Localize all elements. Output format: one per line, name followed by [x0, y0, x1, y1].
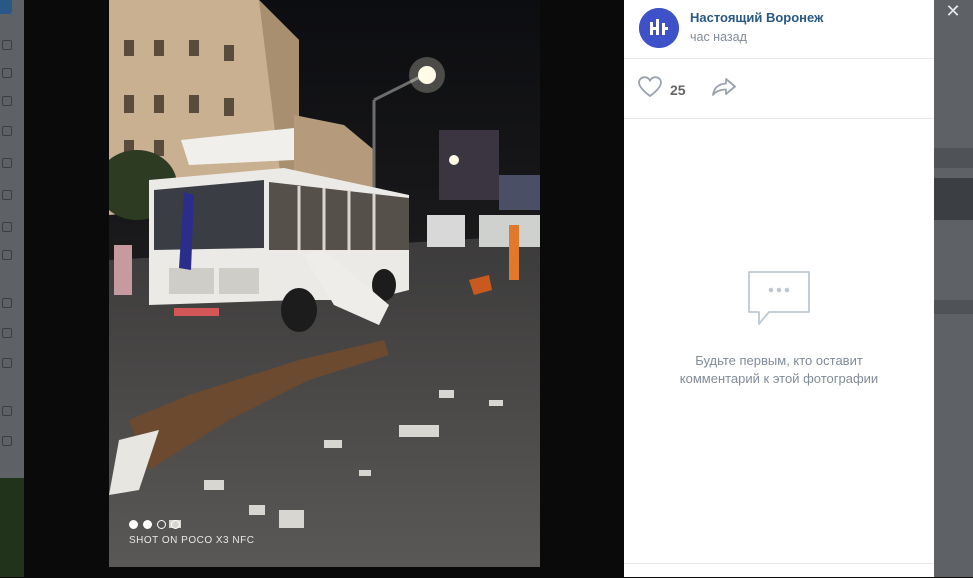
vk-logo	[0, 0, 12, 14]
avatar[interactable]	[639, 8, 679, 48]
background-sidebar	[0, 0, 24, 577]
sidebar-icon	[2, 68, 12, 78]
sidebar-icon	[2, 298, 12, 308]
sidebar-icon	[2, 190, 12, 200]
photo-watermark: SHOT ON POCO X3 NFC	[129, 535, 255, 546]
carousel-indicator	[129, 520, 180, 529]
sidebar-icon	[2, 328, 12, 338]
sidebar-icon	[2, 126, 12, 136]
photo[interactable]	[109, 0, 540, 567]
sidebar-icon	[2, 358, 12, 368]
close-icon[interactable]: ✕	[938, 0, 968, 22]
carousel-dot[interactable]	[157, 520, 166, 529]
background-right	[934, 0, 973, 577]
carousel-dot[interactable]	[171, 520, 180, 529]
sidebar-icon	[2, 158, 12, 168]
carousel-dot[interactable]	[129, 520, 138, 529]
author-name[interactable]: Настоящий Воронеж	[690, 10, 823, 25]
share-button[interactable]	[712, 77, 736, 102]
empty-comments: Будьте первым, кто оставит комментарий к…	[624, 268, 934, 388]
like-count: 25	[670, 81, 686, 98]
sidebar-icon	[2, 436, 12, 446]
background-thumbnail	[0, 478, 24, 577]
heart-icon	[638, 76, 662, 103]
share-icon	[712, 78, 736, 101]
sidebar-icon	[2, 406, 12, 416]
comment-input-area[interactable]	[624, 563, 934, 578]
like-button[interactable]: 25	[638, 76, 686, 103]
photo-info-panel: Настоящий Воронеж час назад 25 Будьте пе…	[624, 0, 934, 577]
sidebar-icon	[2, 40, 12, 50]
empty-comments-text: Будьте первым, кто оставит комментарий к…	[679, 353, 879, 386]
comment-bubble-icon	[747, 271, 811, 330]
post-time[interactable]: час назад	[690, 30, 747, 44]
carousel-dot[interactable]	[143, 520, 152, 529]
sidebar-icon	[2, 222, 12, 232]
sidebar-icon	[2, 96, 12, 106]
author-header: Настоящий Воронеж час назад	[624, 0, 934, 59]
sidebar-icon	[2, 250, 12, 260]
